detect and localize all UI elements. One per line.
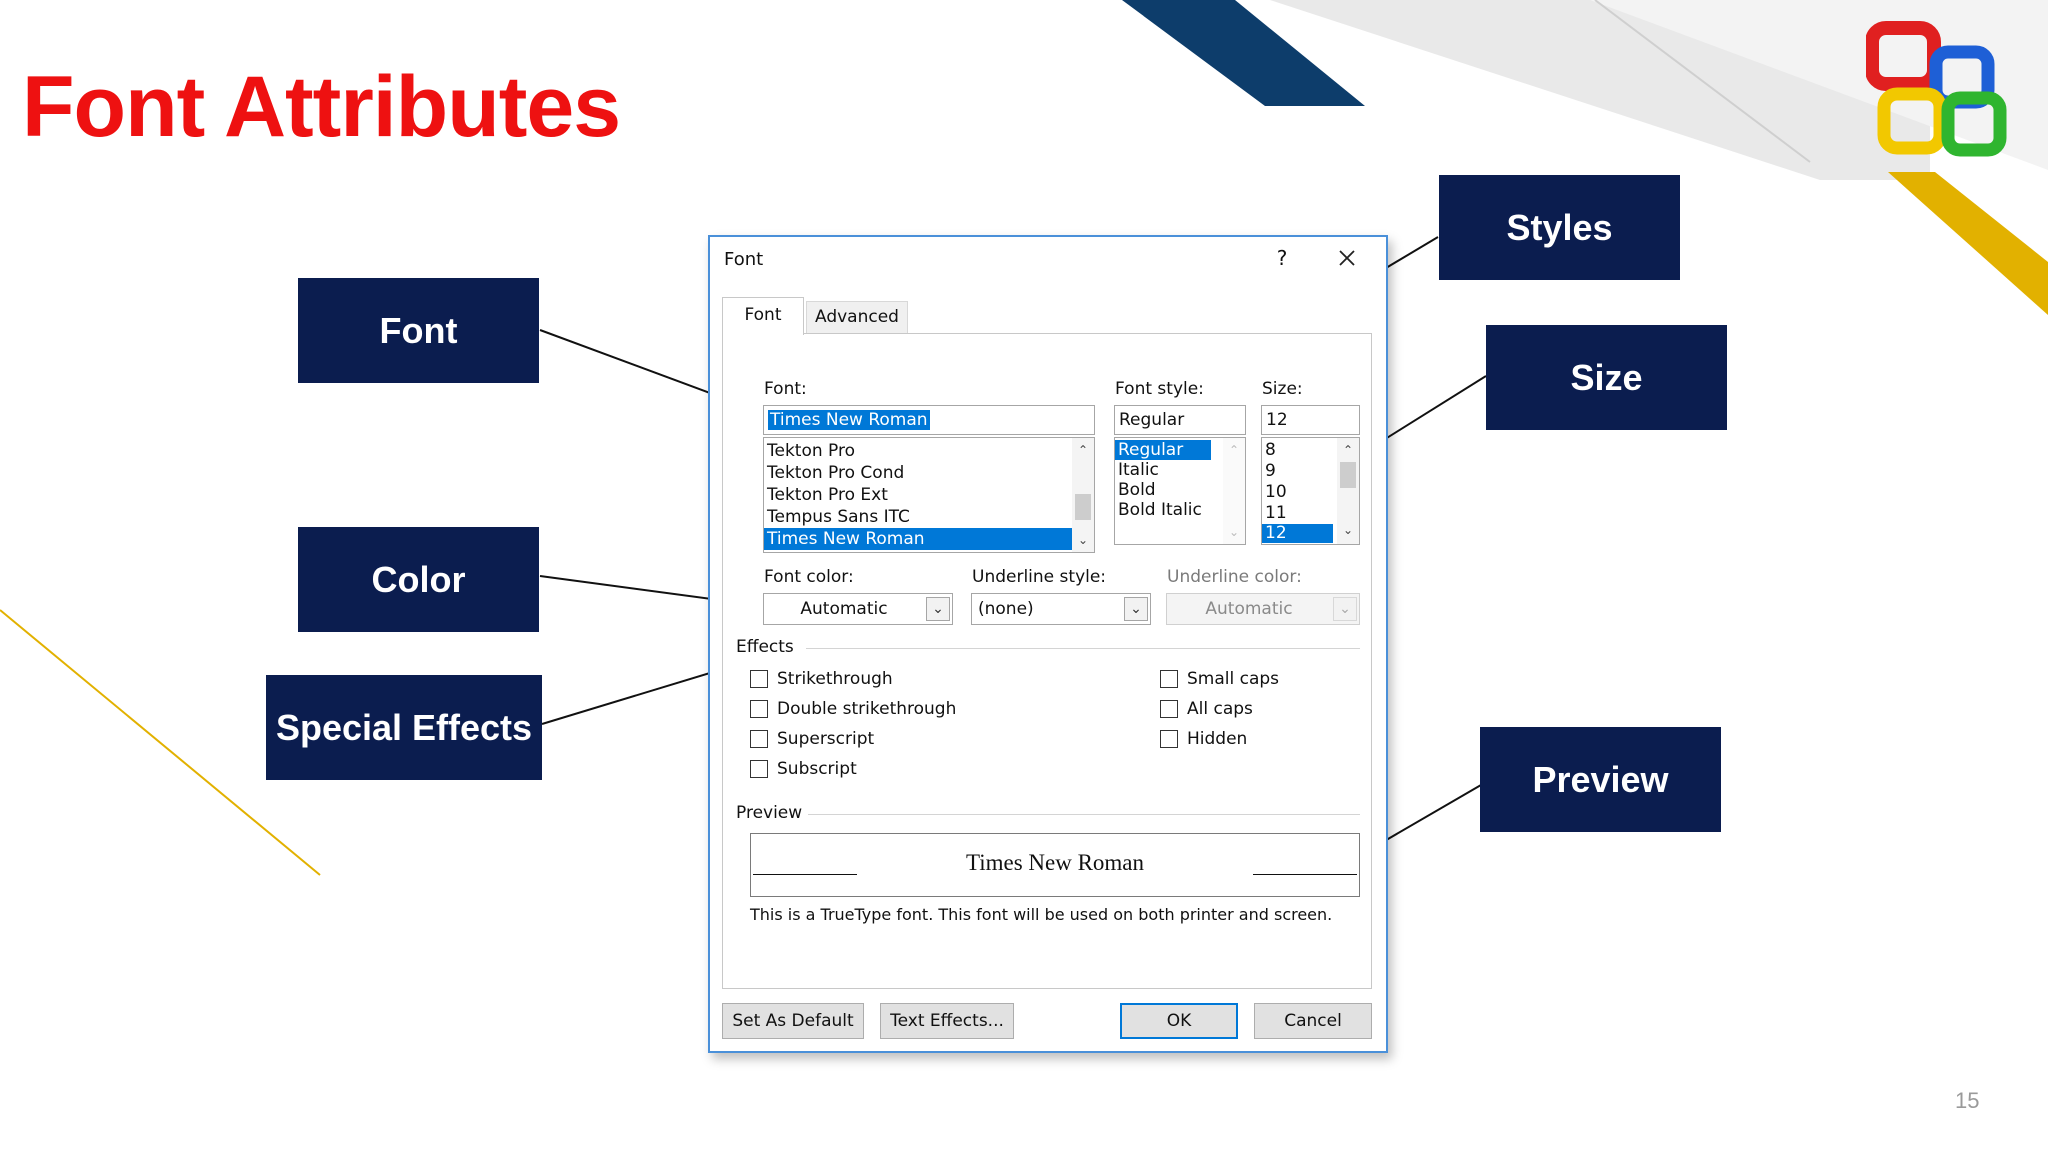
checkbox-label: Strikethrough (777, 669, 893, 689)
chevron-down-icon[interactable]: ⌄ (1124, 597, 1148, 621)
checkbox-box[interactable] (750, 670, 768, 688)
preview-baseline-right (1253, 874, 1357, 875)
font-style-label: Font style: (1115, 379, 1204, 399)
small-caps-checkbox[interactable]: Small caps (1160, 666, 1279, 692)
checkbox-box[interactable] (750, 760, 768, 778)
subscript-checkbox[interactable]: Subscript (750, 756, 857, 782)
font-style-scrollbar[interactable]: ⌃ ⌄ (1223, 438, 1245, 544)
size-list-scrollbar[interactable]: ⌃ ⌄ (1337, 438, 1359, 544)
scrollbar-thumb[interactable] (1340, 462, 1356, 488)
underline-color-value: Automatic (1205, 599, 1293, 619)
preview-group-label: Preview (736, 803, 803, 823)
styles-callout-label: Styles (1439, 175, 1680, 280)
scroll-up-icon[interactable]: ⌃ (1072, 440, 1094, 460)
checkbox-box[interactable] (750, 730, 768, 748)
checkbox-label: Small caps (1187, 669, 1280, 689)
scroll-up-icon[interactable]: ⌃ (1223, 440, 1245, 460)
checkbox-label: Subscript (777, 759, 857, 779)
checkbox-box[interactable] (1160, 670, 1178, 688)
font-dialog: Font ? Font Advanced Font: Times New Rom… (708, 235, 1388, 1053)
font-list-item[interactable]: Tekton Pro (764, 440, 1094, 462)
size-input[interactable]: 12 (1261, 405, 1360, 435)
slide-title: Font Attributes (22, 59, 621, 155)
chevron-down-icon: ⌄ (1333, 597, 1357, 621)
checkbox-box[interactable] (750, 700, 768, 718)
underline-style-dropdown[interactable]: (none) ⌄ (971, 593, 1151, 625)
preview-sample-text: Times New Roman (965, 850, 1145, 875)
underline-color-label: Underline color: (1167, 567, 1302, 587)
ok-button[interactable]: OK (1120, 1003, 1238, 1039)
scroll-up-icon[interactable]: ⌃ (1337, 440, 1359, 460)
scroll-down-icon[interactable]: ⌄ (1223, 522, 1245, 542)
font-list-item[interactable]: Tekton Pro Ext (764, 484, 1094, 506)
font-style-value: Regular (1119, 410, 1185, 430)
font-color-dropdown[interactable]: Automatic ⌄ (763, 593, 953, 625)
set-as-default-button[interactable]: Set As Default (722, 1003, 864, 1039)
checkbox-label: Hidden (1187, 729, 1248, 749)
dialog-titlebar[interactable]: Font ? (710, 237, 1386, 281)
checkbox-box[interactable] (1160, 700, 1178, 718)
font-callout-label: Font (298, 278, 539, 383)
truetype-note: This is a TrueType font. This font will … (750, 905, 1333, 924)
underline-style-label: Underline style: (972, 567, 1107, 587)
hidden-checkbox[interactable]: Hidden (1160, 726, 1247, 752)
tab-advanced[interactable]: Advanced (806, 301, 908, 333)
office-logo-icon (1866, 21, 2007, 157)
font-list-item[interactable]: Tempus Sans ITC (764, 506, 1094, 528)
text-effects-button[interactable]: Text Effects... (880, 1003, 1014, 1039)
effects-group-label: Effects (736, 637, 794, 657)
underline-color-dropdown: Automatic ⌄ (1166, 593, 1360, 625)
font-label: Font: (764, 379, 807, 399)
effects-divider (806, 648, 1360, 649)
checkbox-label: Double strikethrough (777, 699, 957, 719)
help-button[interactable]: ? (1268, 243, 1296, 273)
checkbox-box[interactable] (1160, 730, 1178, 748)
font-name-input[interactable]: Times New Roman (763, 405, 1095, 435)
font-style-input[interactable]: Regular (1114, 405, 1246, 435)
font-color-value: Automatic (800, 599, 888, 619)
checkbox-label: All caps (1187, 699, 1253, 719)
preview-divider (808, 814, 1360, 815)
gold-diagonal-band (1888, 172, 2048, 315)
size-value: 12 (1266, 410, 1288, 430)
font-name-value: Times New Roman (768, 410, 930, 430)
scroll-down-icon[interactable]: ⌄ (1337, 520, 1359, 540)
color-callout-label: Color (298, 527, 539, 632)
font-color-label: Font color: (764, 567, 854, 587)
underline-style-value: (none) (978, 599, 1034, 619)
checkbox-label: Superscript (777, 729, 875, 749)
size-item-selected[interactable]: 12 (1262, 524, 1333, 543)
chevron-down-icon[interactable]: ⌄ (926, 597, 950, 621)
font-style-item-selected[interactable]: Regular (1115, 440, 1211, 460)
tab-font[interactable]: Font (722, 297, 804, 335)
font-style-list[interactable]: Regular Italic Bold Bold Italic ⌃ ⌄ (1114, 437, 1246, 545)
dialog-title: Font (724, 249, 764, 270)
page-number: 15 (1955, 1088, 1980, 1113)
cancel-button[interactable]: Cancel (1254, 1003, 1372, 1039)
close-icon (1339, 250, 1355, 266)
scrollbar-thumb[interactable] (1075, 494, 1091, 520)
font-list[interactable]: Tekton Pro Tekton Pro Cond Tekton Pro Ex… (763, 437, 1095, 553)
font-list-item-selected[interactable]: Times New Roman (764, 528, 1072, 550)
size-list[interactable]: 8 9 10 11 12 ⌃ ⌄ (1261, 437, 1360, 545)
double-strikethrough-checkbox[interactable]: Double strikethrough (750, 696, 956, 722)
font-list-item[interactable]: Tekton Pro Cond (764, 462, 1094, 484)
preview-callout-label: Preview (1480, 727, 1721, 832)
size-callout-label: Size (1486, 325, 1727, 430)
special-effects-callout-label: Special Effects (266, 675, 542, 780)
size-label: Size: (1262, 379, 1303, 399)
all-caps-checkbox[interactable]: All caps (1160, 696, 1253, 722)
preview-pane: Times New Roman (750, 833, 1360, 897)
superscript-checkbox[interactable]: Superscript (750, 726, 874, 752)
close-button[interactable] (1330, 243, 1364, 273)
font-list-scrollbar[interactable]: ⌃ ⌄ (1072, 438, 1094, 552)
scroll-down-icon[interactable]: ⌄ (1072, 530, 1094, 550)
strikethrough-checkbox[interactable]: Strikethrough (750, 666, 893, 692)
